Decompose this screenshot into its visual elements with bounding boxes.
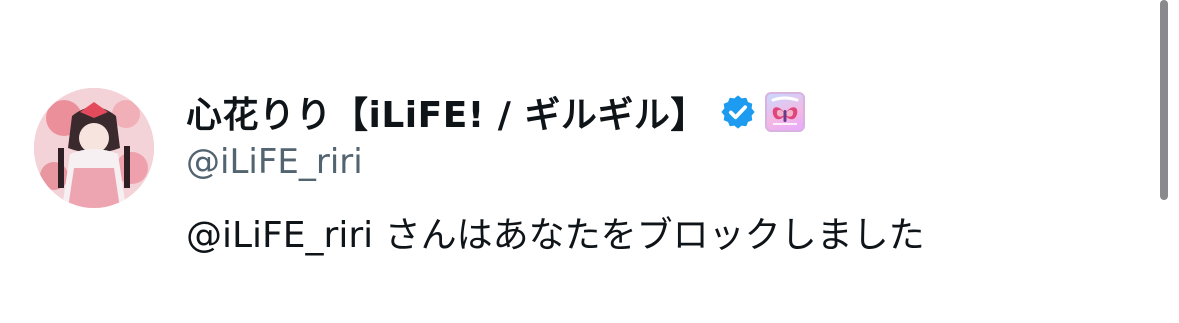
ilife-logo-icon[interactable]	[764, 92, 805, 132]
verified-check-icon[interactable]	[719, 93, 757, 131]
username-handle[interactable]: @iLiFE_riri	[186, 142, 363, 182]
display-name[interactable]: 心花りり【iLiFE! / ギルギル】	[186, 86, 707, 138]
scrollbar[interactable]	[1160, 0, 1168, 200]
avatar-image	[34, 88, 154, 208]
avatar[interactable]	[34, 88, 154, 208]
name-row: 心花りり【iLiFE! / ギルギル】	[186, 84, 805, 140]
blocked-message: @iLiFE_riri さんはあなたをブロックしました	[186, 215, 925, 256]
blocked-profile-card: 心花りり【iLiFE! / ギルギル】 @iLiFE_riri @iLiFE_r…	[0, 0, 1179, 323]
